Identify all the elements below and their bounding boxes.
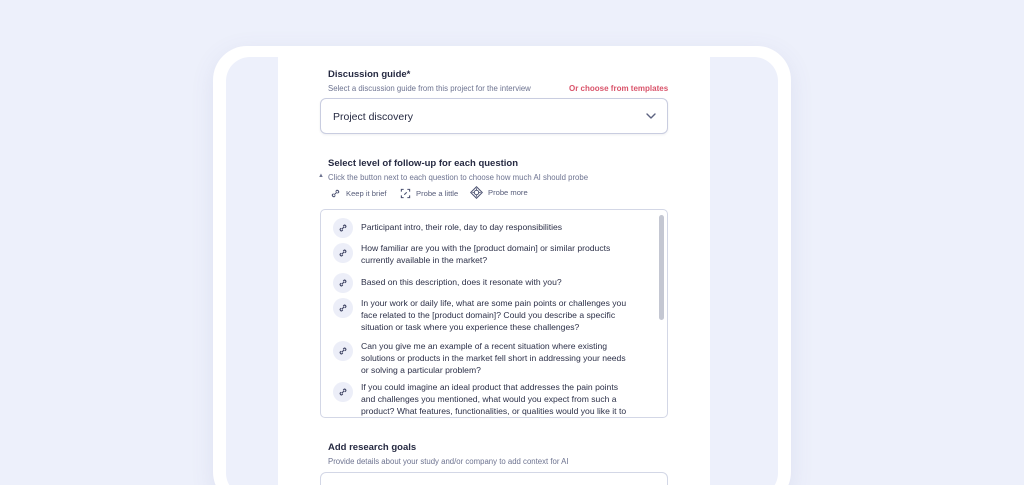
probe-level-button[interactable] xyxy=(333,218,353,238)
question-text: Can you give me an example of a recent s… xyxy=(361,341,626,375)
list-item: In your work or daily life, what are som… xyxy=(333,297,633,333)
choose-templates-link[interactable]: Or choose from templates xyxy=(569,84,668,93)
discussion-guide-hint: Select a discussion guide from this proj… xyxy=(328,84,531,93)
list-item: Participant intro, their role, day to da… xyxy=(333,218,633,238)
list-item: If you could imagine an ideal product th… xyxy=(333,381,633,417)
link-icon xyxy=(339,347,347,355)
link-icon xyxy=(339,249,347,257)
link-icon xyxy=(339,224,347,232)
scrollbar-thumb[interactable] xyxy=(659,215,664,320)
discussion-guide-select[interactable]: Project discovery xyxy=(320,98,668,134)
legend-probe-more: Probe more xyxy=(470,186,528,199)
followup-label: Select level of follow-up for each quest… xyxy=(328,158,519,169)
probe-level-button[interactable] xyxy=(333,243,353,263)
probe-level-button[interactable] xyxy=(333,298,353,318)
legend-probe-more-label: Probe more xyxy=(488,188,528,197)
link-icon xyxy=(339,388,347,396)
research-goals-hint: Provide details about your study and/or … xyxy=(328,457,569,466)
chevron-down-icon xyxy=(646,113,656,119)
discussion-guide-selected: Project discovery xyxy=(333,111,413,123)
question-text: How familiar are you with the [product d… xyxy=(361,243,611,265)
legend-probe-little-label: Probe a little xyxy=(416,189,459,198)
question-text: Based on this description, does it reson… xyxy=(361,277,562,287)
probe-level-button[interactable] xyxy=(333,273,353,293)
link-icon xyxy=(331,189,340,198)
research-goals-label: Add research goals xyxy=(328,442,417,453)
expand-icon xyxy=(400,188,411,199)
question-text: If you could imagine an ideal product th… xyxy=(361,382,627,416)
discussion-guide-label: Discussion guide* xyxy=(328,69,411,80)
research-goals-input[interactable] xyxy=(320,472,668,485)
legend-keep-brief: Keep it brief xyxy=(330,188,387,199)
list-item: Can you give me an example of a recent s… xyxy=(333,340,633,376)
followup-hint: Click the button next to each question t… xyxy=(328,173,589,182)
question-text: Participant intro, their role, day to da… xyxy=(361,222,563,232)
probe-level-button[interactable] xyxy=(333,382,353,402)
legend-probe-little: Probe a little xyxy=(400,188,458,199)
collapse-toggle-icon[interactable]: ▲ xyxy=(318,173,324,179)
legend-keep-brief-label: Keep it brief xyxy=(346,189,387,198)
link-icon xyxy=(339,304,347,312)
questions-list[interactable]: Participant intro, their role, day to da… xyxy=(320,209,668,418)
list-item: Based on this description, does it reson… xyxy=(333,273,633,293)
target-icon xyxy=(470,186,483,199)
probe-level-button[interactable] xyxy=(333,341,353,361)
list-item: How familiar are you with the [product d… xyxy=(333,242,633,266)
question-text: In your work or daily life, what are som… xyxy=(361,298,627,332)
link-icon xyxy=(339,279,347,287)
